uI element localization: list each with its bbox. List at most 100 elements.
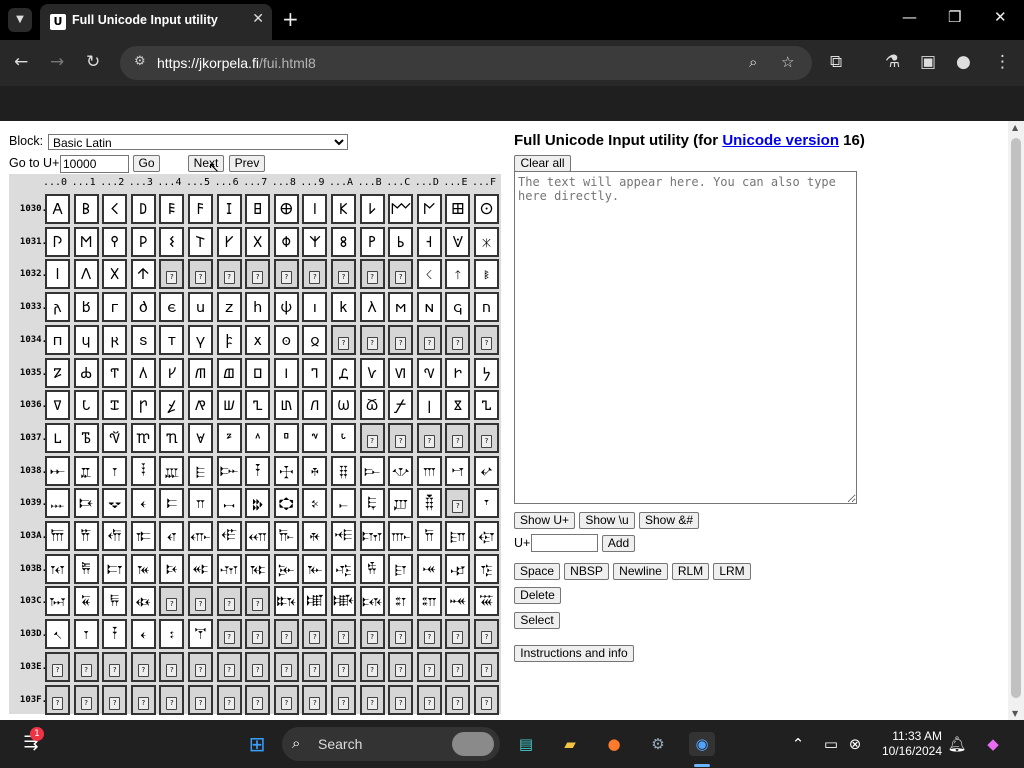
character-cell[interactable]: 𐌠	[45, 259, 70, 290]
character-cell[interactable]: 𐎱	[73, 553, 99, 584]
add-button[interactable]: Add	[602, 535, 635, 552]
character-cell[interactable]: 𐏊	[331, 586, 356, 617]
instructions-button[interactable]: Instructions and info	[514, 645, 634, 662]
character-cell[interactable]: 𐎕	[188, 488, 213, 519]
chrome-icon[interactable]: ◉	[689, 732, 715, 756]
character-cell[interactable]: 𐌘	[273, 226, 299, 257]
character-cell[interactable]: ?	[245, 619, 271, 650]
character-cell[interactable]: 𐌷	[245, 292, 271, 323]
character-cell[interactable]: 𐍙	[302, 357, 328, 388]
character-cell[interactable]: ?	[474, 651, 499, 682]
character-cell[interactable]: 𐎴	[159, 553, 185, 584]
character-cell[interactable]: ?	[388, 651, 414, 682]
character-cell[interactable]: 𐏋	[359, 586, 385, 617]
character-cell[interactable]: ?	[245, 684, 271, 715]
character-cell[interactable]: 𐏐	[45, 619, 70, 650]
character-cell[interactable]: 𐌽	[416, 292, 442, 323]
address-bar[interactable]: ⚙ https://jkorpela.fi/fui.html8 ⌕ ☆	[120, 46, 812, 80]
character-cell[interactable]: 𐎔	[159, 488, 185, 519]
character-cell[interactable]: 𐏃	[130, 586, 156, 617]
character-cell[interactable]: 𐏕	[188, 619, 213, 650]
goto-input[interactable]	[60, 155, 129, 173]
character-cell[interactable]: ?	[273, 259, 299, 290]
character-cell[interactable]: ?	[216, 684, 242, 715]
character-cell[interactable]: 𐎇	[245, 455, 271, 486]
close-tab-icon[interactable]: ✕	[252, 11, 264, 27]
character-cell[interactable]: 𐍕	[188, 357, 213, 388]
delete-button[interactable]: Delete	[514, 587, 561, 604]
character-cell[interactable]: 𐏑	[73, 619, 99, 650]
character-cell[interactable]: ?	[130, 684, 156, 715]
character-cell[interactable]: 𐌀	[45, 194, 70, 224]
character-cell[interactable]: 𐎋	[359, 455, 385, 486]
show-backslash-u-button[interactable]: Show \u	[579, 512, 635, 529]
character-cell[interactable]: 𐎘	[273, 488, 299, 519]
character-cell[interactable]: 𐎽	[416, 553, 442, 584]
character-cell[interactable]: ?	[73, 651, 99, 682]
character-cell[interactable]: 𐎙	[302, 488, 328, 519]
labs-flask-icon[interactable]: ⚗	[885, 52, 900, 72]
page-scrollbar[interactable]: ▲ ▼	[1008, 121, 1024, 720]
site-info-icon[interactable]: ⚙	[134, 54, 146, 69]
character-cell[interactable]: 𐎟	[474, 488, 499, 519]
reload-icon[interactable]: ↻	[86, 52, 100, 72]
character-cell[interactable]: 𐎈	[273, 455, 299, 486]
character-cell[interactable]: ?	[388, 684, 414, 715]
character-cell[interactable]: 𐎵	[188, 553, 213, 584]
clear-all-button[interactable]: Clear all	[514, 155, 571, 172]
character-cell[interactable]: 𐍺	[331, 422, 356, 453]
character-cell[interactable]: 𐍝	[416, 357, 442, 388]
character-cell[interactable]: 𐍹	[302, 422, 328, 453]
character-cell[interactable]: 𐎶	[216, 553, 242, 584]
character-cell[interactable]: ?	[359, 619, 385, 650]
character-cell[interactable]: ?	[388, 324, 414, 355]
character-cell[interactable]: 𐌻	[359, 292, 385, 323]
character-cell[interactable]: 𐍡	[73, 390, 99, 421]
character-cell[interactable]: ?	[216, 651, 242, 682]
character-cell[interactable]: 𐎒	[102, 488, 128, 519]
character-cell[interactable]: ?	[445, 324, 471, 355]
character-cell[interactable]: ?	[188, 651, 213, 682]
character-cell[interactable]: 𐌺	[331, 292, 356, 323]
character-cell[interactable]: ?	[245, 259, 271, 290]
character-cell[interactable]: ?	[216, 619, 242, 650]
character-cell[interactable]: ?	[416, 619, 442, 650]
character-cell[interactable]: 𐍮	[445, 390, 471, 421]
character-cell[interactable]: 𐎊	[331, 455, 356, 486]
character-cell[interactable]: 𐍜	[388, 357, 414, 388]
lrm-button[interactable]: LRM	[713, 563, 751, 580]
character-cell[interactable]: ?	[45, 651, 70, 682]
character-cell[interactable]: 𐌼	[388, 292, 414, 323]
character-cell[interactable]: 𐎿	[474, 553, 499, 584]
character-cell[interactable]: 𐍒	[102, 357, 128, 388]
character-cell[interactable]: 𐌇	[245, 194, 271, 224]
character-cell[interactable]: ?	[359, 684, 385, 715]
character-cell[interactable]: 𐍦	[216, 390, 242, 421]
character-cell[interactable]: 𐏂	[102, 586, 128, 617]
scroll-up-icon[interactable]: ▲	[1012, 123, 1018, 132]
character-cell[interactable]: 𐏁	[73, 586, 99, 617]
character-cell[interactable]: ?	[474, 619, 499, 650]
notifications-bell-icon[interactable]: 🔔︎	[944, 732, 970, 756]
character-cell[interactable]: 𐌟	[474, 226, 499, 257]
character-cell[interactable]: 𐍣	[130, 390, 156, 421]
character-cell[interactable]: ?	[445, 651, 471, 682]
character-cell[interactable]: ?	[359, 651, 385, 682]
zoom-icon[interactable]: ⌕	[749, 53, 757, 71]
character-cell[interactable]: 𐏎	[445, 586, 471, 617]
character-cell[interactable]: 𐎯	[474, 521, 499, 551]
character-cell[interactable]: ?	[416, 324, 442, 355]
copilot-icon[interactable]: ◆	[980, 732, 1006, 756]
character-cell[interactable]: 𐌿	[474, 292, 499, 323]
volume-muted-icon[interactable]: ⊗	[842, 732, 868, 756]
bookmark-star-icon[interactable]: ☆	[781, 53, 794, 71]
character-cell[interactable]: 𐍥	[188, 390, 213, 421]
side-panel-icon[interactable]: ▣	[920, 52, 936, 72]
character-cell[interactable]: ?	[474, 422, 499, 453]
character-cell[interactable]: 𐌸	[273, 292, 299, 323]
menu-kebab-icon[interactable]: ⋮	[994, 52, 1011, 72]
character-cell[interactable]: ?	[73, 684, 99, 715]
character-cell[interactable]: 𐌁	[73, 194, 99, 224]
character-cell[interactable]: ?	[302, 651, 328, 682]
newline-button[interactable]: Newline	[613, 563, 668, 580]
